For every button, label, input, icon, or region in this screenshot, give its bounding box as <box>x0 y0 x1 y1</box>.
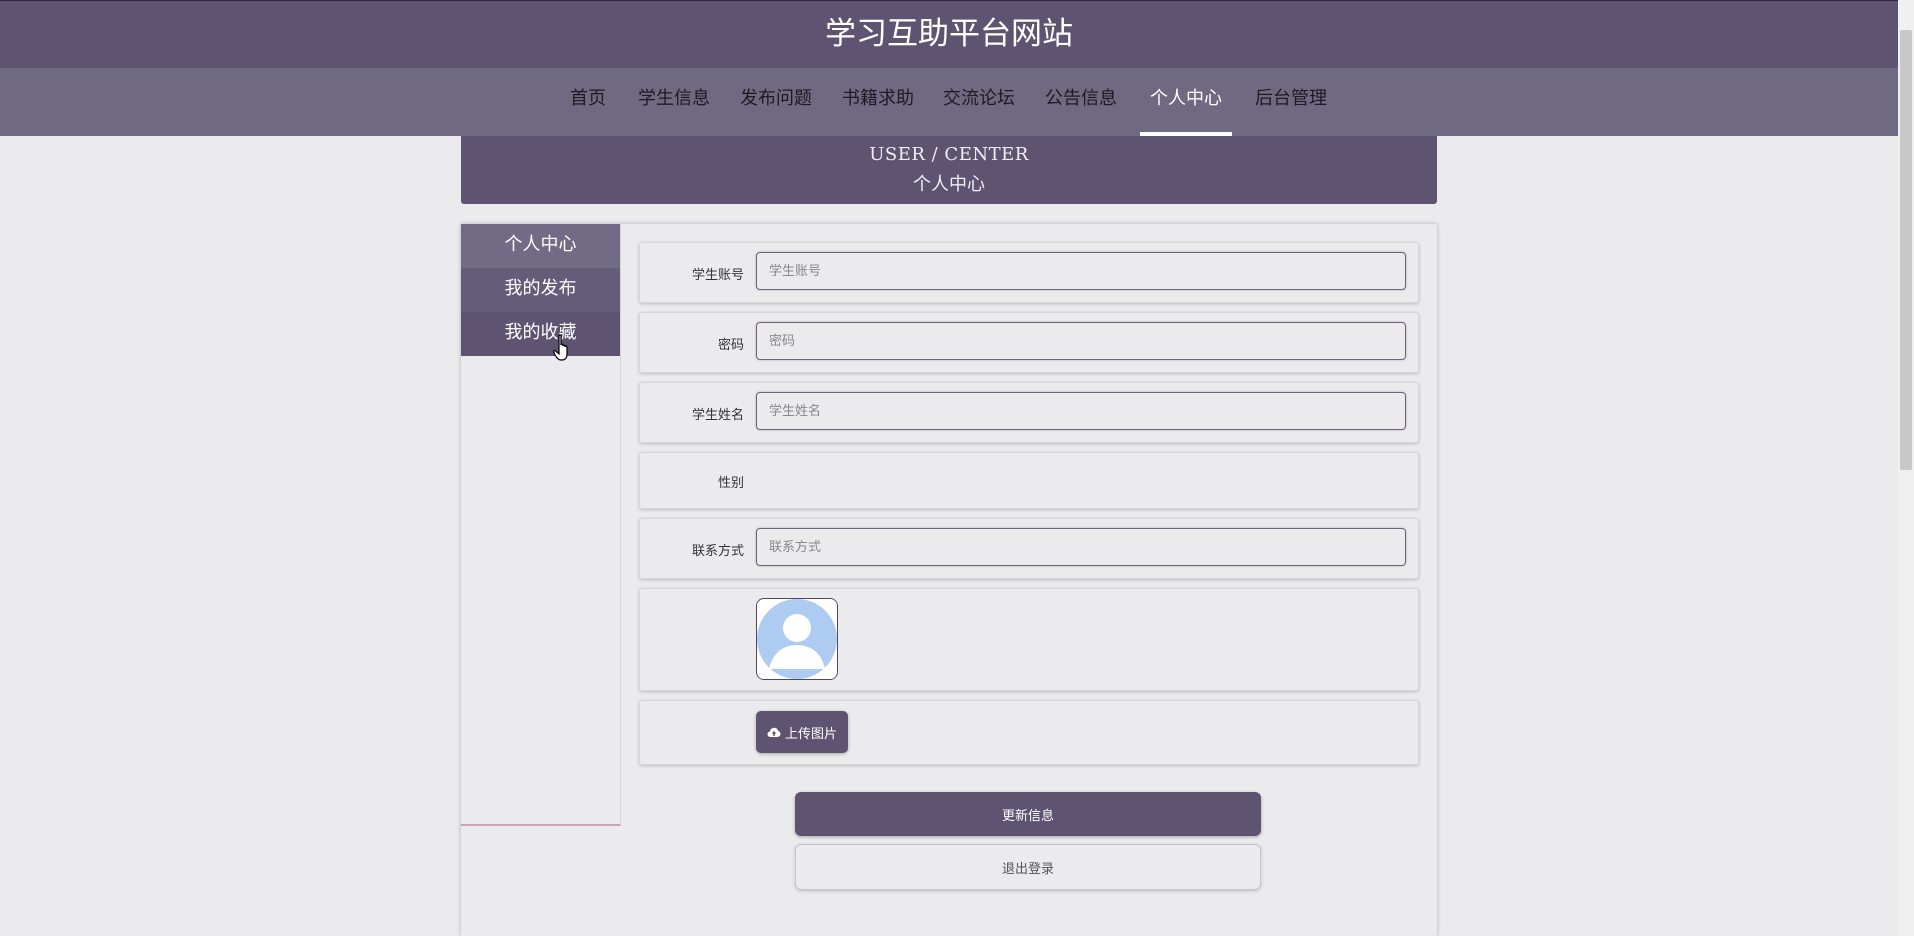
form-row-password: 密码 <box>639 312 1419 373</box>
password-label: 密码 <box>717 338 744 353</box>
profile-form: 学生账号 密码 学生姓名 性别 联系方式 <box>639 242 1419 774</box>
nav-item-announcements[interactable]: 公告信息 <box>1043 68 1119 136</box>
section-banner: USER / CENTER 个人中心 <box>461 136 1437 204</box>
update-info-button[interactable]: 更新信息 <box>795 792 1261 836</box>
logout-button[interactable]: 退出登录 <box>795 844 1261 890</box>
name-label: 学生姓名 <box>691 408 744 423</box>
side-menu-item-my-favorites[interactable]: 我的收藏 <box>461 312 620 356</box>
nav-item-book-help[interactable]: 书籍求助 <box>840 68 916 136</box>
nav-item-student-info[interactable]: 学生信息 <box>636 68 712 136</box>
avatar[interactable] <box>756 598 838 680</box>
scrollbar-thumb[interactable] <box>1900 30 1912 470</box>
side-menu: 个人中心 我的发布 我的收藏 <box>461 224 621 826</box>
banner-title-cn: 个人中心 <box>913 174 985 195</box>
contact-input[interactable] <box>756 528 1406 566</box>
site-title: 学习互助平台网站 <box>0 0 1898 68</box>
nav-item-user-center[interactable]: 个人中心 <box>1140 68 1232 136</box>
side-menu-item-my-posts[interactable]: 我的发布 <box>461 268 620 312</box>
form-row-upload: 上传图片 <box>639 700 1419 765</box>
nav-item-forum[interactable]: 交流论坛 <box>941 68 1017 136</box>
nav-item-home[interactable]: 首页 <box>568 68 608 136</box>
account-label: 学生账号 <box>691 268 744 283</box>
upload-image-button[interactable]: 上传图片 <box>756 711 848 753</box>
user-center-panel: 个人中心 我的发布 我的收藏 学生账号 密码 学生姓名 性别 联系方式 <box>461 224 1437 936</box>
form-row-avatar <box>639 588 1419 691</box>
nav-item-admin[interactable]: 后台管理 <box>1253 68 1329 136</box>
nav-item-post-question[interactable]: 发布问题 <box>738 68 814 136</box>
form-row-account: 学生账号 <box>639 242 1419 303</box>
name-input[interactable] <box>756 392 1406 430</box>
password-input[interactable] <box>756 322 1406 360</box>
side-menu-item-user-center[interactable]: 个人中心 <box>461 224 620 268</box>
cloud-upload-icon <box>767 727 781 737</box>
account-input[interactable] <box>756 252 1406 290</box>
main-nav: 首页 学生信息 发布问题 书籍求助 交流论坛 公告信息 个人中心 后台管理 <box>0 68 1898 136</box>
upload-button-label: 上传图片 <box>784 726 837 742</box>
banner-title-en: USER / CENTER <box>869 144 1029 165</box>
gender-label: 性别 <box>717 476 744 491</box>
form-row-contact: 联系方式 <box>639 518 1419 579</box>
contact-label: 联系方式 <box>691 544 744 559</box>
user-avatar-placeholder-icon <box>757 599 837 679</box>
form-row-gender: 性别 <box>639 452 1419 509</box>
form-row-name: 学生姓名 <box>639 382 1419 443</box>
hand-cursor-icon <box>553 334 568 361</box>
